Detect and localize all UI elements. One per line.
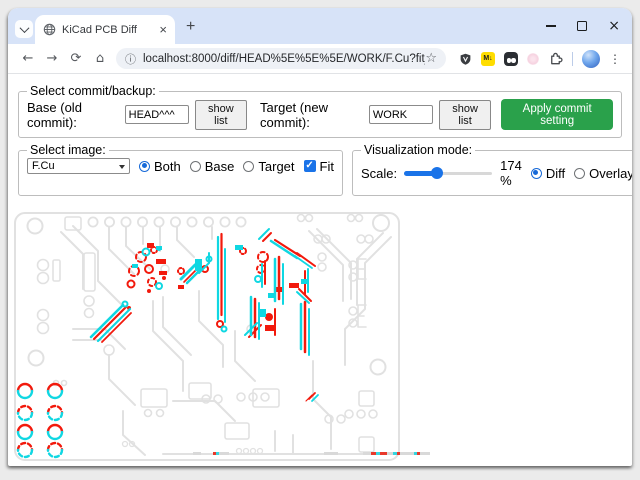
base-commit-label: Base (old commit): [27, 100, 121, 130]
profile-avatar[interactable] [582, 50, 600, 68]
site-info-icon[interactable]: ⓘ [125, 51, 136, 67]
maximize-icon[interactable] [577, 21, 587, 31]
tab-search-button[interactable] [15, 20, 33, 38]
slider-thumb[interactable] [431, 167, 443, 179]
minimize-icon[interactable] [546, 25, 556, 27]
fit-checkbox[interactable]: ✓ [304, 160, 316, 172]
browser-tab[interactable]: KiCad PCB Diff × [35, 15, 175, 44]
image-legend: Select image: [27, 143, 109, 157]
scale-label: Scale: [361, 166, 397, 181]
shield-extension-icon[interactable] [459, 52, 472, 66]
radio-overlay[interactable] [574, 168, 585, 179]
radio-overlay-label[interactable]: Overlay [589, 166, 632, 181]
scale-slider[interactable] [404, 167, 492, 179]
select-arrow-icon [119, 165, 125, 169]
base-show-list-button[interactable]: show list [195, 100, 247, 130]
apply-commit-button[interactable]: Apply commit setting [501, 99, 613, 130]
commit-legend: Select commit/backup: [27, 84, 159, 98]
scale-value: 174 % [500, 158, 522, 188]
extensions-row: M↓ ⋮ [459, 50, 621, 68]
reload-icon[interactable]: ⟳ [65, 51, 87, 66]
target-show-list-button[interactable]: show list [439, 100, 491, 130]
bookmark-star-icon[interactable]: ☆ [425, 51, 437, 66]
new-tab-button[interactable]: + [184, 17, 197, 37]
radio-both-label[interactable]: Both [154, 159, 181, 174]
menu-kebab-icon[interactable]: ⋮ [609, 53, 621, 65]
pcb-diff-image [13, 209, 415, 466]
dark-reader-extension-icon[interactable] [504, 52, 518, 66]
page-content: Select commit/backup: Base (old commit):… [8, 74, 632, 466]
fit-label[interactable]: Fit [320, 159, 334, 174]
tab-strip: KiCad PCB Diff × + × [8, 8, 632, 44]
desktop-background: KiCad PCB Diff × + × ← → ⟳ ⌂ ⓘ localhost… [0, 0, 640, 480]
radio-both[interactable] [139, 161, 150, 172]
browser-window: KiCad PCB Diff × + × ← → ⟳ ⌂ ⓘ localhost… [8, 8, 632, 466]
toolbar-divider [572, 52, 573, 66]
tab-close-icon[interactable]: × [159, 23, 167, 36]
layer-select-value: F.Cu [32, 160, 55, 172]
radio-base-label[interactable]: Base [205, 159, 235, 174]
markdown-extension-icon[interactable]: M↓ [481, 52, 495, 66]
radio-diff-label[interactable]: Diff [546, 166, 565, 181]
browser-toolbar: ← → ⟳ ⌂ ⓘ localhost:8000/diff/HEAD%5E%5E… [8, 44, 632, 74]
commit-fieldset: Select commit/backup: Base (old commit):… [18, 84, 622, 138]
extensions-puzzle-icon[interactable] [548, 51, 563, 66]
home-icon[interactable]: ⌂ [89, 51, 111, 66]
window-close-icon[interactable]: × [608, 19, 620, 33]
image-fieldset: Select image: F.Cu Both Base Target ✓ [18, 143, 343, 196]
url-text[interactable]: localhost:8000/diff/HEAD%5E%5E%5E/WORK/F… [143, 53, 425, 65]
address-bar[interactable]: ⓘ localhost:8000/diff/HEAD%5E%5E%5E/WORK… [116, 48, 446, 69]
back-icon[interactable]: ← [17, 51, 39, 66]
flower-extension-icon[interactable] [527, 53, 539, 65]
diff-cyan-layer [18, 229, 318, 457]
radio-base[interactable] [190, 161, 201, 172]
tab-title: KiCad PCB Diff [62, 24, 159, 36]
radio-target[interactable] [243, 161, 254, 172]
layer-select[interactable]: F.Cu [27, 158, 130, 174]
pcb-gray-layer [15, 213, 399, 460]
partially-visible-second-image [193, 452, 430, 455]
visualization-legend: Visualization mode: [361, 143, 475, 157]
radio-diff[interactable] [531, 168, 542, 179]
forward-icon[interactable]: → [41, 51, 63, 66]
visualization-fieldset: Visualization mode: Scale: 174 % Diff Ov… [352, 143, 632, 196]
base-commit-input[interactable] [125, 105, 189, 124]
target-commit-input[interactable] [369, 105, 433, 124]
globe-favicon-icon [43, 23, 56, 36]
window-controls: × [546, 8, 620, 44]
chevron-down-icon [19, 23, 29, 33]
radio-target-label[interactable]: Target [258, 159, 294, 174]
target-commit-label: Target (new commit): [260, 100, 365, 130]
